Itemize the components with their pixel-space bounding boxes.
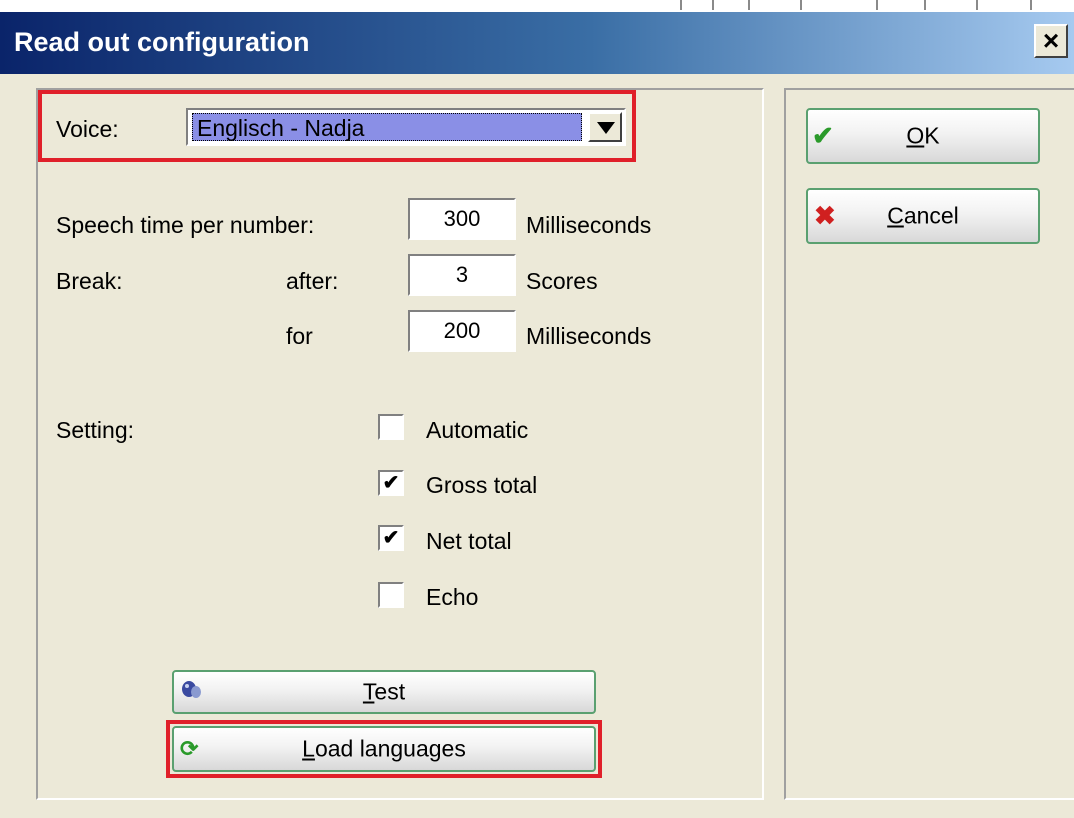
break-after-unit: Scores xyxy=(526,268,598,294)
strip-tick xyxy=(800,0,802,10)
automatic-checkbox[interactable] xyxy=(378,414,404,440)
break-for-label: for xyxy=(286,323,313,349)
strip-tick xyxy=(1030,0,1032,10)
break-label: Break: xyxy=(56,268,123,294)
strip-tick xyxy=(712,0,714,10)
strip-tick xyxy=(680,0,682,10)
echo-checkbox[interactable] xyxy=(378,582,404,608)
close-button[interactable]: × xyxy=(1034,24,1068,58)
echo-label: Echo xyxy=(426,584,479,610)
test-button-label: Test xyxy=(362,678,406,705)
strip-tick xyxy=(748,0,750,10)
automatic-label[interactable]: Automatic xyxy=(426,417,528,444)
break-for-input[interactable]: 200 xyxy=(408,310,516,352)
break-for-unit: Milliseconds xyxy=(526,323,652,349)
net-total-label[interactable]: Net total xyxy=(426,528,512,555)
speech-time-input[interactable]: 300 xyxy=(408,198,516,240)
strip-tick xyxy=(976,0,978,10)
break-after-input[interactable]: 3 xyxy=(408,254,516,296)
speech-time-label: Speech time per number: xyxy=(56,212,315,238)
test-button[interactable]: Test xyxy=(172,670,596,714)
speech-time-unit: Milliseconds xyxy=(526,212,652,238)
break-after-label: after: xyxy=(286,268,339,294)
setting-label: Setting: xyxy=(56,417,134,443)
title-bar[interactable]: Read out configuration × xyxy=(0,12,1074,74)
voice-label: Voice: xyxy=(56,116,119,142)
window-title: Read out configuration xyxy=(14,27,310,57)
gross-total-checkbox[interactable]: ✔ xyxy=(378,470,404,496)
cancel-button-label: Cancel xyxy=(887,202,959,229)
strip-tick xyxy=(924,0,926,10)
voice-dropdown-button[interactable] xyxy=(588,112,622,142)
load-languages-label: Load languages xyxy=(302,735,466,762)
voice-selected-value: Englisch - Nadja xyxy=(192,113,582,141)
voice-select[interactable]: Englisch - Nadja xyxy=(186,108,626,146)
ok-button-label: OK xyxy=(906,122,940,149)
net-total-checkbox[interactable]: ✔ xyxy=(378,525,404,551)
load-languages-button[interactable]: ⟳ Load languages xyxy=(172,726,596,772)
chevron-down-icon xyxy=(597,122,615,134)
gross-total-label[interactable]: Gross total xyxy=(426,472,537,499)
close-icon: × xyxy=(1042,25,1060,56)
ok-button[interactable]: ✔ OK xyxy=(806,108,1040,164)
background-strip xyxy=(0,0,1074,12)
cancel-button[interactable]: ✖ Cancel xyxy=(806,188,1040,244)
strip-tick xyxy=(876,0,878,10)
